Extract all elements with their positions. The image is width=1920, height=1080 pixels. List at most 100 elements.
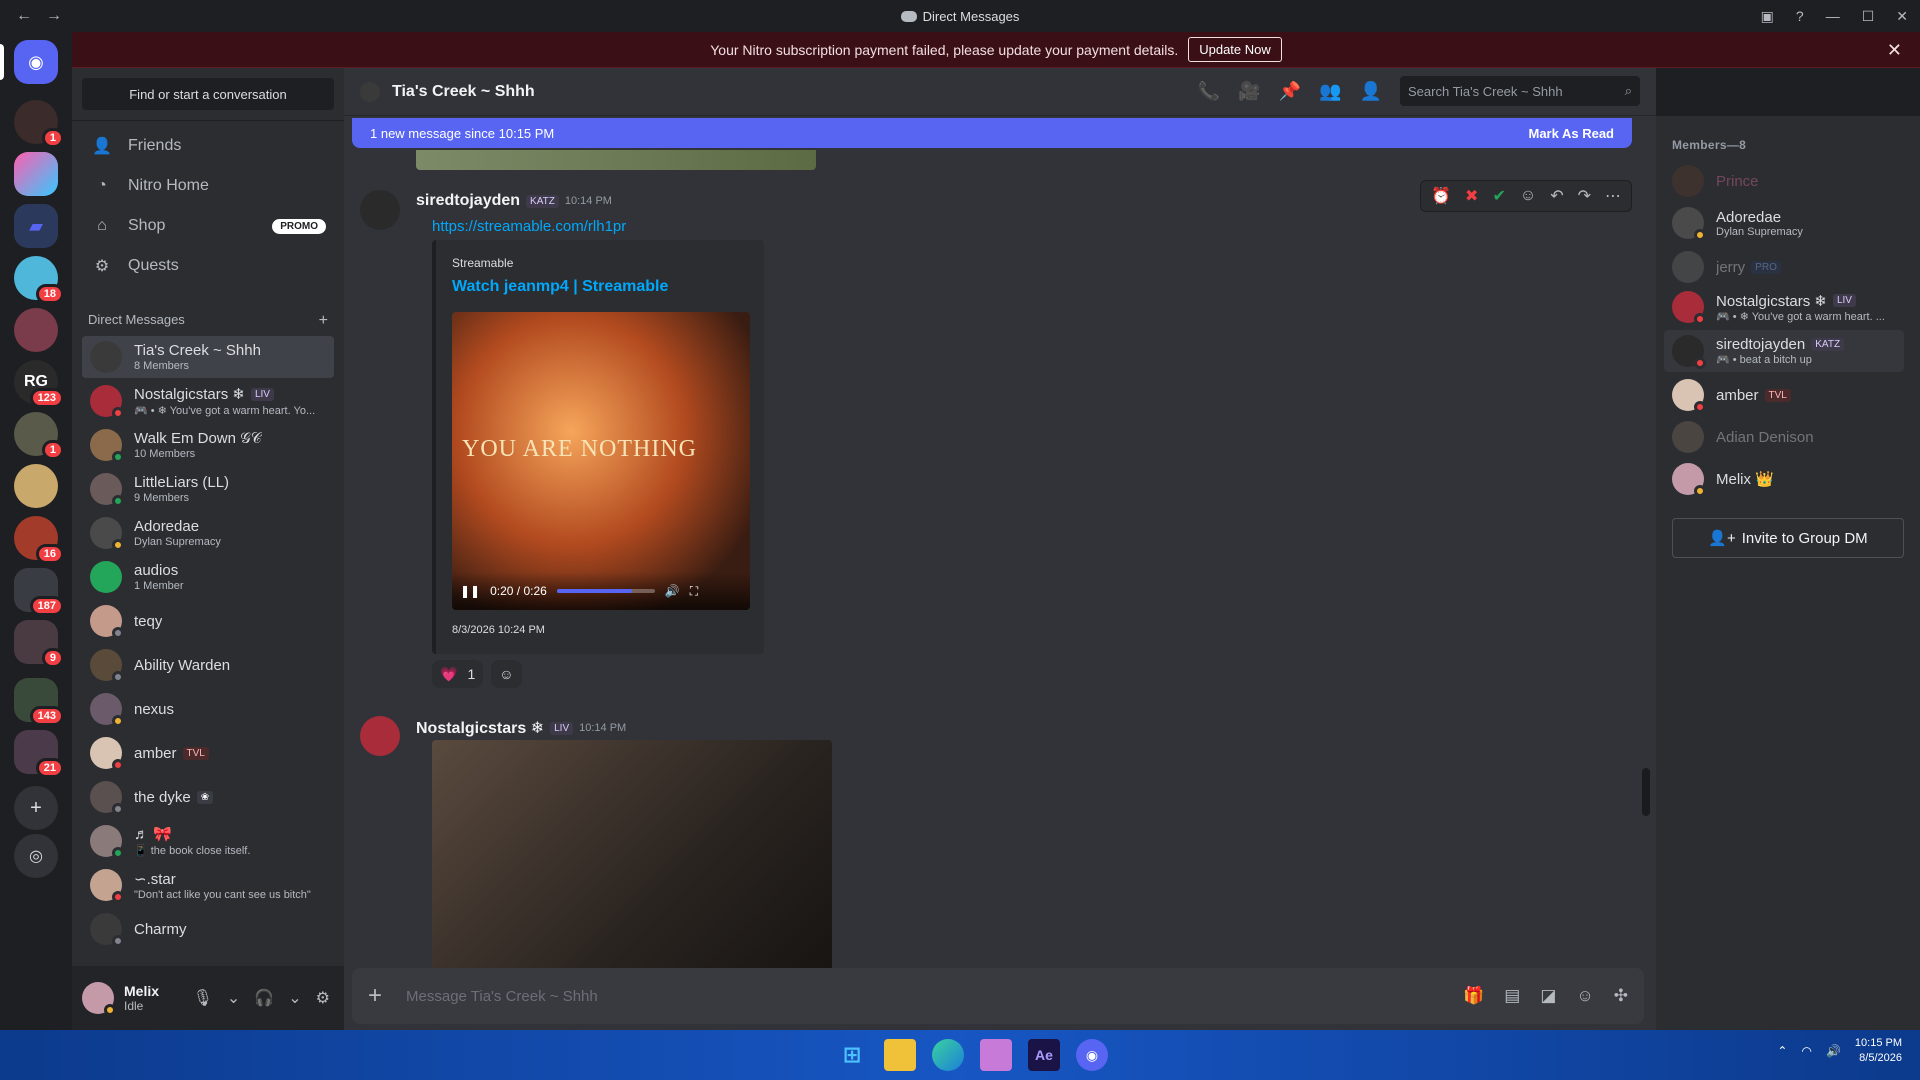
member-item[interactable]: jerry PRO — [1664, 246, 1904, 288]
chevron-down-icon[interactable]: ⌄ — [227, 988, 240, 1008]
server-icon[interactable]: 1 — [14, 412, 64, 460]
update-now-button[interactable]: Update Now — [1188, 37, 1282, 62]
show-hidden-icons-icon[interactable]: ⌃ — [1777, 1044, 1787, 1058]
attach-plus-icon[interactable]: + — [368, 982, 382, 1010]
embed-title[interactable]: Watch jeanmp4 | Streamable — [452, 278, 668, 296]
more-icon[interactable]: ⋯ — [1605, 186, 1621, 206]
file-explorer-icon[interactable] — [884, 1039, 916, 1071]
member-item[interactable]: siredtojayden KATZ 🎮 • beat a bitch up — [1664, 330, 1904, 372]
server-icon[interactable] — [14, 152, 58, 196]
help-icon[interactable]: ? — [1796, 8, 1804, 24]
after-effects-icon[interactable]: Ae — [1028, 1039, 1060, 1071]
inbox-icon[interactable]: ▣ — [1761, 8, 1774, 25]
member-list: Members—8 Prince Adoredae Dylan Supremacy… — [1656, 116, 1920, 1030]
sticker-icon[interactable]: ◪ — [1540, 986, 1556, 1006]
dm-item[interactable]: amber TVL — [82, 732, 334, 774]
dm-item[interactable]: Ability Warden — [82, 644, 334, 686]
back-arrow-icon[interactable]: ← — [16, 7, 32, 25]
emoji-icon[interactable]: ☺ — [1576, 986, 1593, 1006]
invite-to-group-dm-button[interactable]: 👤+ Invite to Group DM — [1672, 518, 1904, 558]
settings-gear-icon[interactable]: ⚙ — [316, 988, 330, 1008]
close-window-button[interactable]: ✕ — [1896, 8, 1908, 25]
forward-icon[interactable]: ↷ — [1578, 186, 1591, 206]
headphones-icon[interactable]: 🎧 — [254, 988, 274, 1008]
clock[interactable]: 10:15 PM 8/5/2026 — [1855, 1036, 1902, 1066]
server-icon[interactable]: 16 — [14, 516, 64, 564]
dm-item[interactable]: Adoredae Dylan Supremacy — [82, 512, 334, 554]
server-folder[interactable]: 9 — [14, 620, 64, 668]
server-folder[interactable]: 21 — [14, 730, 64, 778]
video-player[interactable]: YOU ARE NOTHING ❚❚ 0:20 / 0:26 🔊 ⛶ — [452, 312, 750, 610]
reaction-heart[interactable]: 💗 1 — [432, 660, 484, 688]
member-item[interactable]: Adian Denison — [1664, 416, 1904, 458]
volume-icon[interactable]: 🔊 — [665, 584, 680, 598]
avatar[interactable] — [360, 190, 400, 230]
speaker-icon[interactable]: 🔊 — [1826, 1044, 1841, 1058]
dm-item[interactable]: the dyke ❀ — [82, 776, 334, 818]
wifi-icon[interactable]: ◠ — [1801, 1044, 1811, 1058]
fullscreen-icon[interactable]: ⛶ — [690, 584, 698, 599]
dm-item[interactable]: Tia's Creek ~ Shhh 8 Members — [82, 336, 334, 378]
dm-item[interactable]: nexus — [82, 688, 334, 730]
dm-item[interactable]: LittleLiars (LL) 9 Members — [82, 468, 334, 510]
close-banner-icon[interactable]: ✕ — [1887, 40, 1902, 61]
gif-icon[interactable]: ▤ — [1504, 986, 1520, 1006]
nav-nitro-home[interactable]: ◔ Nitro Home — [82, 166, 334, 206]
dm-item[interactable]: ∽.star "Don't act like you cant see us bi… — [82, 864, 334, 906]
chevron-down-icon[interactable]: ⌄ — [288, 988, 301, 1008]
discord-taskbar-icon[interactable]: ◉ — [1076, 1039, 1108, 1071]
minimize-button[interactable]: — — [1826, 8, 1840, 24]
discover-button[interactable]: ◎ — [14, 834, 58, 878]
server-folder[interactable]: 143 — [14, 678, 64, 726]
server-icon[interactable] — [14, 464, 58, 508]
video-progress[interactable] — [556, 589, 655, 593]
create-dm-icon[interactable]: + — [319, 312, 328, 330]
server-icon[interactable]: RG 123 — [14, 360, 64, 408]
apps-icon[interactable]: ✣ — [1614, 986, 1628, 1006]
home-button[interactable]: ◉ — [0, 40, 58, 84]
member-item[interactable]: Nostalgicstars ❄ LIV 🎮 • ❄ You've got a wa… — [1664, 286, 1904, 328]
microphone-icon[interactable]: 🎙 — [193, 988, 213, 1008]
check-mark-icon[interactable]: ✔ — [1492, 186, 1505, 206]
cross-mark-icon[interactable]: ✖ — [1465, 186, 1478, 206]
dm-item[interactable]: Nostalgicstars ❄ LIV 🎮 • ❄ You've got a wa… — [82, 380, 334, 422]
dm-item[interactable]: Charmy — [82, 908, 334, 950]
member-item[interactable]: Adoredae Dylan Supremacy — [1664, 202, 1904, 244]
server-icon[interactable] — [14, 308, 58, 352]
message-input[interactable] — [406, 987, 1464, 1005]
edge-browser-icon[interactable] — [932, 1039, 964, 1071]
forward-arrow-icon[interactable]: → — [46, 7, 62, 25]
member-item[interactable]: amber TVL — [1664, 374, 1904, 416]
author-name[interactable]: siredtojayden — [416, 192, 520, 210]
avatar[interactable] — [360, 716, 400, 756]
alarm-clock-icon[interactable]: ⏰ — [1431, 186, 1451, 206]
author-name[interactable]: Nostalgicstars ❄ — [416, 718, 544, 738]
reply-icon[interactable]: ↶ — [1550, 186, 1563, 206]
member-item[interactable]: Melix 👑 — [1664, 458, 1904, 500]
server-icon[interactable]: 1 — [14, 100, 64, 148]
nav-shop[interactable]: ⌂ Shop PROMO — [82, 206, 334, 246]
app-icon[interactable] — [980, 1039, 1012, 1071]
message-link[interactable]: https://streamable.com/rlh1pr — [432, 218, 626, 235]
server-icon[interactable]: 18 — [14, 256, 64, 304]
server-folder[interactable]: 187 — [14, 568, 64, 616]
dm-item[interactable]: audios 1 Member — [82, 556, 334, 598]
dm-item[interactable]: ♬ 🎀 📱 the book close itself. — [82, 820, 334, 862]
member-item[interactable]: Prince — [1664, 160, 1904, 202]
pause-icon[interactable]: ❚❚ — [460, 584, 480, 598]
maximize-button[interactable]: ☐ — [1862, 8, 1875, 25]
add-reaction-button[interactable]: ☺ — [491, 660, 522, 688]
folder-icon[interactable]: ▰ — [14, 204, 58, 248]
add-server-button[interactable]: + — [14, 786, 58, 830]
add-reaction-icon[interactable]: ☺ — [1520, 187, 1536, 205]
dm-item[interactable]: teqy — [82, 600, 334, 642]
nav-quests[interactable]: ⚙ Quests — [82, 246, 334, 286]
gif-attachment[interactable] — [432, 740, 832, 976]
scrollbar[interactable] — [1642, 768, 1650, 816]
nav-friends[interactable]: 👤 Friends — [82, 126, 334, 166]
user-avatar[interactable] — [82, 982, 116, 1016]
windows-start-icon[interactable]: ⊞ — [836, 1039, 868, 1071]
dm-item[interactable]: Walk Em Down 𝒢𝒞 10 Members — [82, 424, 334, 466]
find-conversation-button[interactable]: Find or start a conversation — [82, 78, 334, 110]
gift-icon[interactable]: 🎁 — [1463, 986, 1484, 1006]
